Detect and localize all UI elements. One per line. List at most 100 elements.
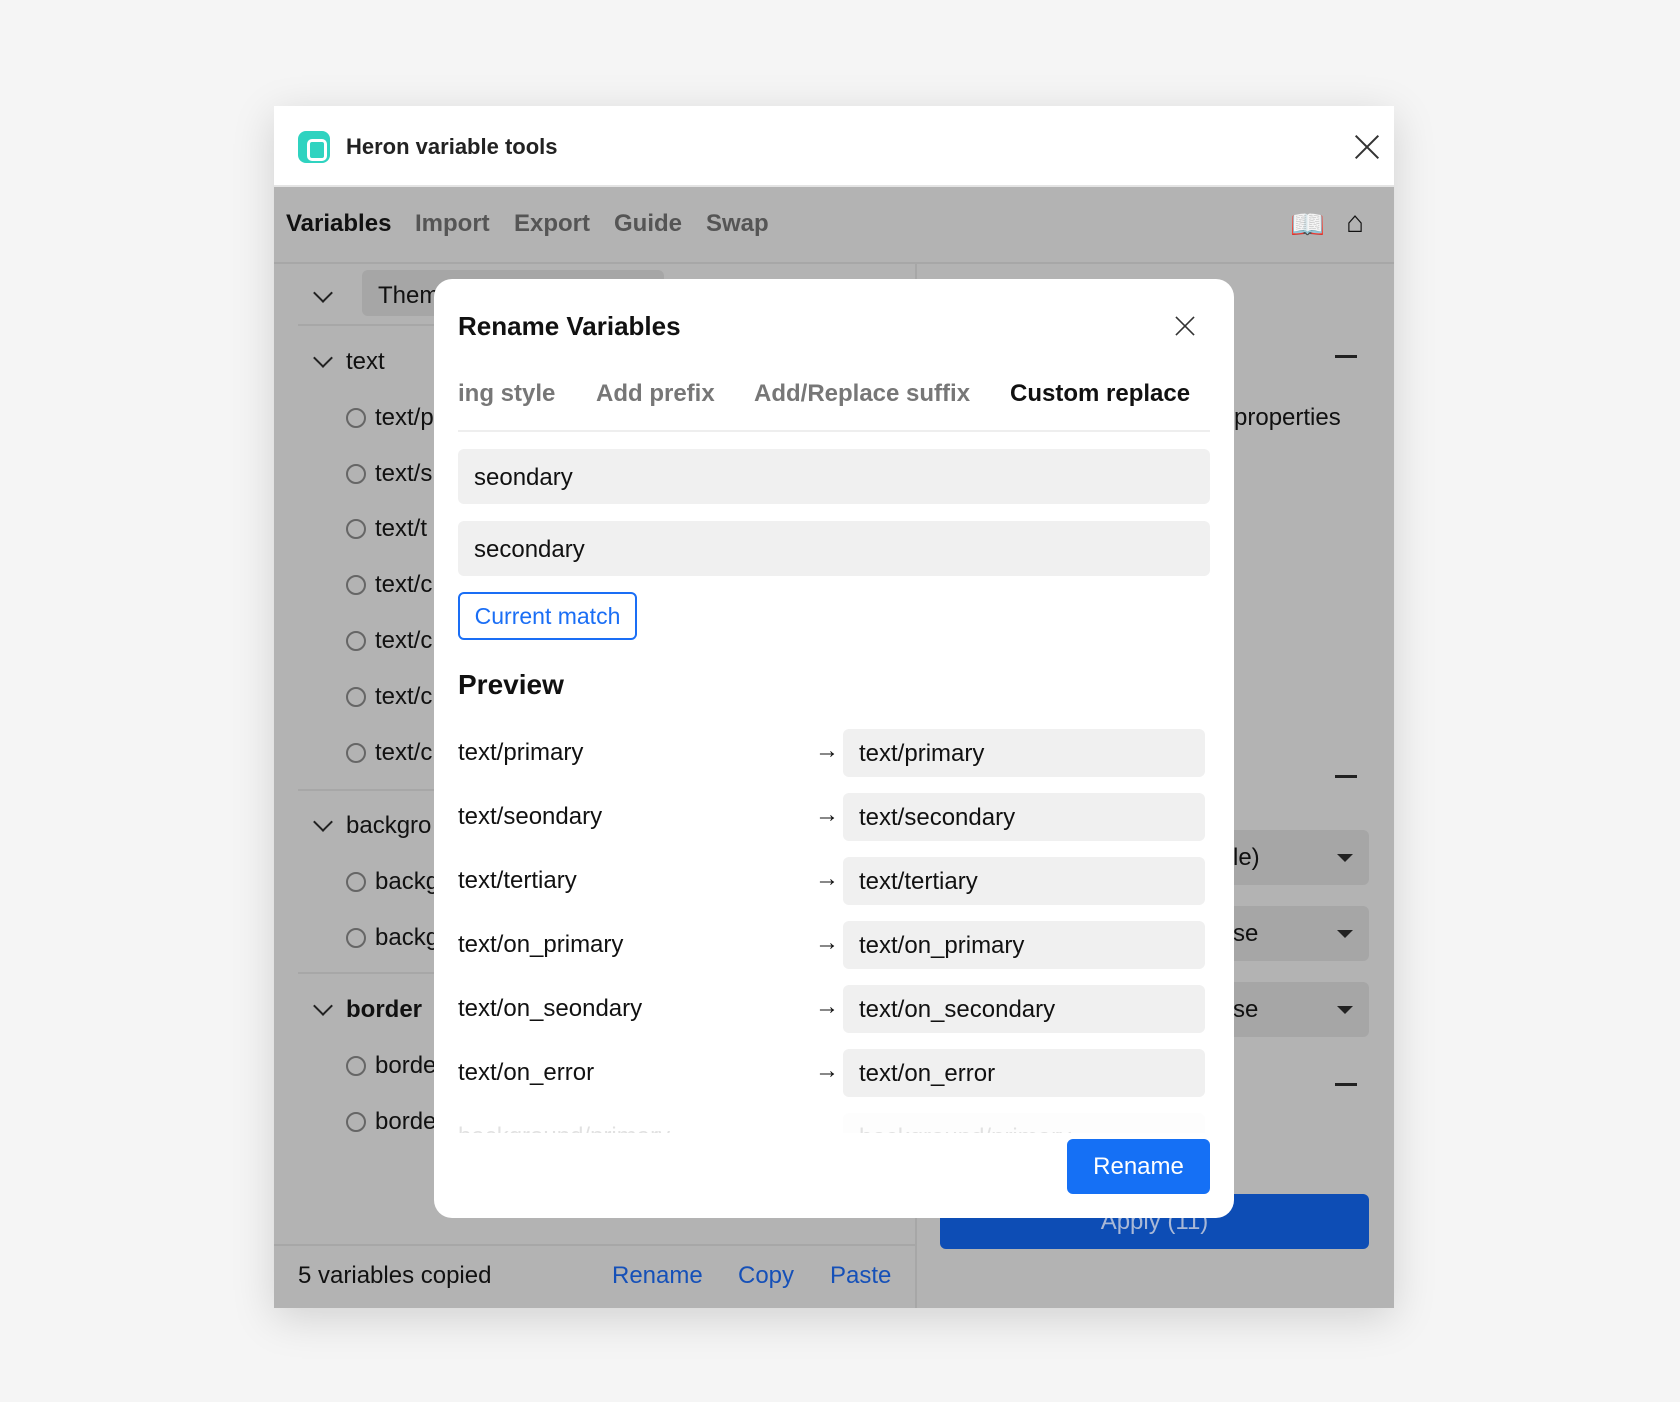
arrow-right-icon: → [815,801,839,828]
palette-icon [346,575,366,595]
palette-icon [346,872,366,892]
new-name: text/tertiary [843,857,1205,905]
variable-item[interactable]: text/t [375,515,427,543]
variable-item[interactable]: backg [375,868,439,896]
new-name: text/on_primary [843,921,1205,969]
heron-logo-icon [298,131,330,163]
palette-icon [346,687,366,707]
rename-variables-modal: Rename Variables ing style Add prefix Ad… [434,279,1234,1218]
caret-down-icon [1337,1006,1353,1014]
variable-item[interactable]: text/s [375,460,432,488]
tab-add-prefix[interactable]: Add prefix [596,380,715,408]
dropdown[interactable]: se [1221,982,1369,1037]
variable-item[interactable]: borde [375,1108,436,1136]
preview-row: text/primary → text/primary [458,729,1210,777]
preview-clip: background/primary → background/primary [458,1113,1210,1133]
variable-item[interactable]: text/c [375,571,432,599]
footer-rename-link[interactable]: Rename [612,1262,703,1290]
tab-custom-replace[interactable]: Custom replace [1010,380,1190,408]
caret-down-icon [1337,854,1353,862]
divider [274,1244,915,1246]
caret-down-icon [1337,930,1353,938]
variable-item[interactable]: backg [375,924,439,952]
arrow-right-icon: → [815,993,839,1020]
rename-button[interactable]: Rename [1067,1139,1210,1194]
tab-import[interactable]: Import [415,210,490,238]
footer-paste-link[interactable]: Paste [830,1262,891,1290]
collapse-icon[interactable] [1335,775,1357,778]
original-name: text/seondary [458,803,603,830]
chevron-down-icon[interactable] [313,348,333,368]
palette-icon [346,631,366,651]
variable-item[interactable]: text/p [375,404,434,432]
original-name: text/on_error [458,1059,595,1086]
dropdown-value: se [1233,920,1259,947]
footer-copy-link[interactable]: Copy [738,1262,794,1290]
palette-icon [346,519,366,539]
book-icon[interactable]: 📖 [1290,208,1325,241]
group-label-border[interactable]: border [346,996,422,1024]
chevron-down-icon[interactable] [313,996,333,1016]
dropdown-value: le) [1233,844,1260,871]
palette-icon [346,1112,366,1132]
dropdown-value: se [1233,996,1259,1023]
arrow-right-icon: → [815,1121,839,1133]
original-name: text/on_primary [458,931,624,958]
properties-label: properties [1234,404,1341,431]
tab-naming-style[interactable]: ing style [458,380,555,408]
collapse-icon[interactable] [1335,355,1357,358]
variable-item[interactable]: borde [375,1052,436,1080]
variable-item[interactable]: text/c [375,683,432,711]
close-modal-icon[interactable] [1175,316,1196,337]
dropdown[interactable]: se [1221,906,1369,961]
tab-variables[interactable]: Variables [286,210,391,238]
tab-export[interactable]: Export [514,210,590,238]
palette-icon [346,928,366,948]
chevron-down-icon[interactable] [313,812,333,832]
palette-icon [346,408,366,428]
preview-row: background/primary → background/primary [458,1113,1210,1133]
chevron-down-icon[interactable] [313,283,333,303]
preview-row: text/on_primary → text/on_primary [458,921,1210,969]
collapse-icon[interactable] [1335,1083,1357,1086]
footer-status: 5 variables copied [298,1262,492,1289]
group-label-background[interactable]: backgro [346,812,431,840]
palette-icon [346,743,366,763]
new-name: background/primary [843,1113,1205,1133]
new-name: text/primary [843,729,1205,777]
modal-title: Rename Variables [458,311,681,341]
original-name: text/on_seondary [458,995,643,1022]
arrow-right-icon: → [815,929,839,956]
close-window-icon[interactable] [1354,134,1380,160]
group-label-text[interactable]: text [346,348,385,376]
preview-row: text/on_seondary → text/on_secondary [458,985,1210,1033]
preview-row: text/tertiary → text/tertiary [458,857,1210,905]
variable-item[interactable]: text/c [375,627,432,655]
tab-guide[interactable]: Guide [614,210,682,238]
find-input[interactable]: seondary [458,449,1210,504]
divider [274,262,1394,264]
original-name: text/primary [458,739,584,766]
palette-icon [346,464,366,484]
arrow-right-icon: → [815,737,839,764]
tab-add-replace-suffix[interactable]: Add/Replace suffix [754,380,970,408]
current-match-button[interactable]: Current match [458,592,637,640]
variable-item[interactable]: text/c [375,739,432,767]
new-name: text/on_error [843,1049,1205,1097]
preview-row: text/on_error → text/on_error [458,1049,1210,1097]
home-icon[interactable]: ⌂ [1346,206,1364,240]
dropdown[interactable]: le) [1221,830,1369,885]
original-name: background/primary [458,1123,670,1133]
replace-input[interactable]: secondary [458,521,1210,576]
title-bar: Heron variable tools [274,106,1394,187]
tab-swap[interactable]: Swap [706,210,769,238]
arrow-right-icon: → [815,865,839,892]
preview-heading: Preview [458,669,564,700]
original-name: text/tertiary [458,867,577,894]
arrow-right-icon: → [815,1057,839,1084]
app-title: Heron variable tools [346,134,558,159]
new-name: text/secondary [843,793,1205,841]
palette-icon [346,1056,366,1076]
new-name: text/on_secondary [843,985,1205,1033]
preview-row: text/seondary → text/secondary [458,793,1210,841]
